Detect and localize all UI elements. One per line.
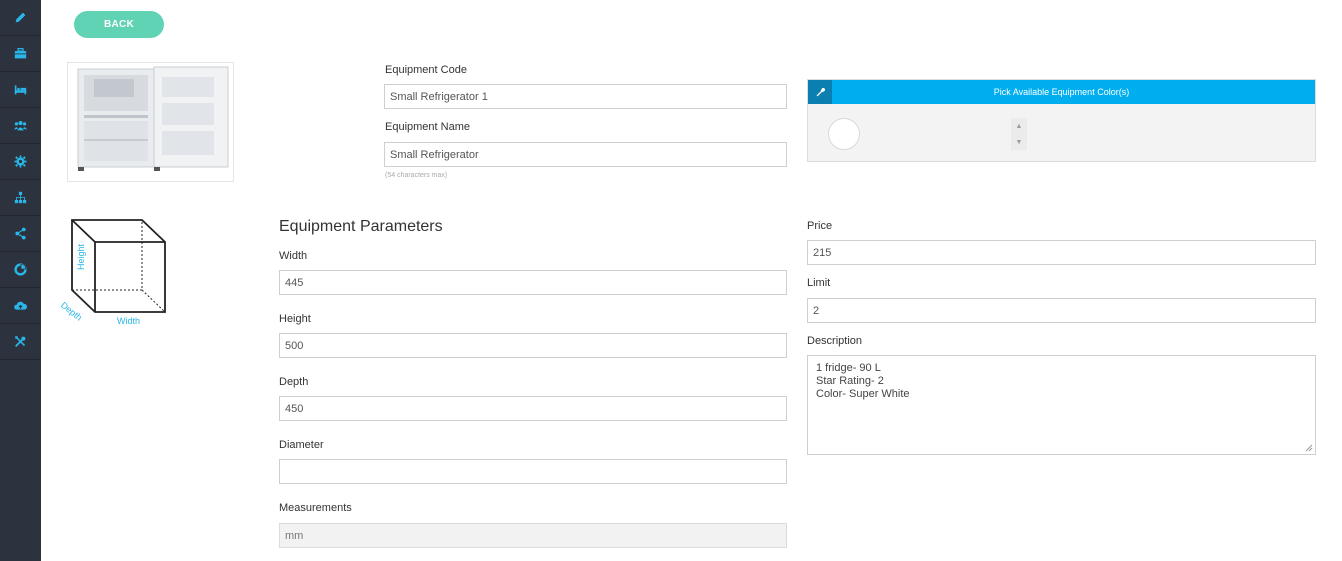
users-icon bbox=[14, 121, 27, 131]
tools-icon bbox=[14, 336, 26, 348]
equipment-name-input[interactable]: Small Refrigerator bbox=[384, 142, 787, 167]
diameter-input[interactable] bbox=[279, 459, 787, 484]
equipment-name-label: Equipment Name bbox=[385, 121, 470, 133]
color-picker-panel: Pick Available Equipment Color(s) ▲ ▼ bbox=[807, 79, 1316, 162]
equipment-code-label: Equipment Code bbox=[385, 64, 467, 76]
spin-down-icon[interactable]: ▼ bbox=[1016, 139, 1023, 146]
measurements-input: mm bbox=[279, 523, 787, 548]
diagram-width-label: Width bbox=[117, 316, 141, 326]
sidebar bbox=[0, 0, 41, 561]
bed-icon bbox=[14, 85, 27, 95]
color-picker-title: Pick Available Equipment Color(s) bbox=[993, 87, 1130, 97]
sidebar-item-sitemap[interactable] bbox=[0, 180, 41, 216]
share-icon bbox=[15, 227, 26, 240]
sidebar-item-share[interactable] bbox=[0, 216, 41, 252]
color-swatch[interactable] bbox=[828, 118, 860, 150]
limit-input[interactable]: 2 bbox=[807, 298, 1316, 323]
dimension-diagram: Height Depth Width bbox=[59, 212, 174, 332]
height-input[interactable]: 500 bbox=[279, 333, 787, 358]
height-label: Height bbox=[279, 313, 311, 325]
cloud-upload-icon bbox=[14, 301, 27, 310]
equipment-image bbox=[67, 62, 234, 182]
measurements-label: Measurements bbox=[279, 502, 352, 514]
diagram-height-label: Height bbox=[76, 243, 86, 270]
sidebar-item-upload[interactable] bbox=[0, 288, 41, 324]
price-label: Price bbox=[807, 220, 833, 232]
depth-input[interactable]: 450 bbox=[279, 396, 787, 421]
limit-label: Limit bbox=[807, 277, 831, 289]
chart-pie-icon bbox=[14, 263, 27, 276]
sidebar-item-edit[interactable] bbox=[0, 0, 41, 36]
color-picker-header[interactable]: Pick Available Equipment Color(s) bbox=[808, 80, 1315, 104]
resize-handle-icon[interactable] bbox=[1305, 444, 1313, 452]
sidebar-item-briefcase[interactable] bbox=[0, 36, 41, 72]
diameter-label: Diameter bbox=[279, 439, 324, 451]
sidebar-item-settings[interactable] bbox=[0, 144, 41, 180]
color-spinner[interactable]: ▲ ▼ bbox=[1011, 118, 1027, 150]
description-line: Star Rating- 2 bbox=[816, 375, 884, 387]
price-input[interactable]: 215 bbox=[807, 240, 1316, 265]
eyedropper-icon bbox=[808, 80, 832, 104]
width-input[interactable]: 445 bbox=[279, 270, 787, 295]
gear-icon bbox=[14, 155, 27, 168]
description-textarea[interactable]: 1 fridge- 90 L Star Rating- 2 Color- Sup… bbox=[807, 355, 1316, 455]
depth-label: Depth bbox=[279, 376, 309, 388]
sidebar-item-reports[interactable] bbox=[0, 252, 41, 288]
sitemap-icon bbox=[14, 191, 27, 204]
description-label: Description bbox=[807, 335, 863, 347]
description-line: 1 fridge- 90 L bbox=[816, 362, 881, 374]
equipment-name-hint: (54 characters max) bbox=[385, 172, 448, 179]
pencil-icon bbox=[15, 12, 26, 23]
sidebar-item-tools[interactable] bbox=[0, 324, 41, 360]
back-button[interactable]: BACK bbox=[74, 11, 164, 38]
sidebar-item-bed[interactable] bbox=[0, 72, 41, 108]
briefcase-icon bbox=[14, 48, 27, 59]
description-line: Color- Super White bbox=[816, 388, 910, 400]
equipment-code-input[interactable]: Small Refrigerator 1 bbox=[384, 84, 787, 109]
sidebar-item-users[interactable] bbox=[0, 108, 41, 144]
width-label: Width bbox=[279, 250, 308, 262]
spin-up-icon[interactable]: ▲ bbox=[1016, 123, 1023, 130]
parameters-title: Equipment Parameters bbox=[279, 218, 443, 235]
